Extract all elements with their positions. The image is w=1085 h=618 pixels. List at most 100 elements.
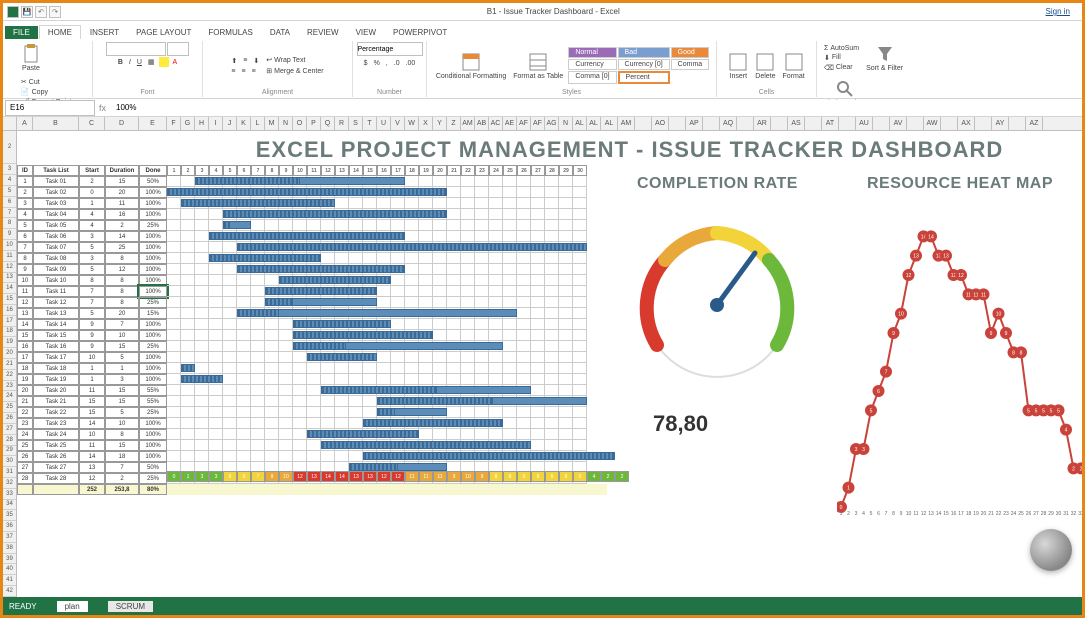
style-currency[interactable]: Currency — [568, 59, 616, 70]
tab-powerpivot[interactable]: POWERPIVOT — [385, 26, 455, 39]
task-row[interactable]: 23Task 231410100% — [17, 418, 607, 429]
currency-icon[interactable]: $ — [362, 59, 370, 68]
align-left-icon[interactable]: ≡ — [229, 67, 237, 76]
align-top-icon[interactable]: ⬆ — [229, 56, 239, 66]
svg-text:1: 1 — [840, 511, 843, 517]
task-row[interactable]: 5Task 054225% — [17, 220, 607, 231]
record-button-icon[interactable] — [1030, 529, 1072, 571]
task-row[interactable]: 7Task 07525100% — [17, 242, 607, 253]
task-row[interactable]: 13Task 1352015% — [17, 308, 607, 319]
italic-button[interactable]: I — [127, 57, 133, 67]
style-good[interactable]: Good — [671, 47, 710, 58]
border-button[interactable]: ▦ — [146, 57, 157, 67]
task-row[interactable]: 19Task 1913100% — [17, 374, 607, 385]
tab-insert[interactable]: INSERT — [82, 26, 127, 39]
tab-page-layout[interactable]: PAGE LAYOUT — [128, 26, 199, 39]
tab-view[interactable]: VIEW — [348, 26, 384, 39]
underline-button[interactable]: U — [135, 57, 144, 67]
task-row[interactable]: 22Task 2215525% — [17, 407, 607, 418]
svg-text:8: 8 — [1020, 350, 1023, 356]
task-row[interactable]: 12Task 127825% — [17, 297, 607, 308]
formula-input[interactable] — [112, 100, 1082, 116]
align-right-icon[interactable]: ≡ — [250, 67, 258, 76]
task-row[interactable]: 18Task 1811100% — [17, 363, 607, 374]
clear-button[interactable]: ⌫ Clear — [822, 63, 861, 73]
style-percent[interactable]: Percent — [618, 71, 670, 84]
task-row[interactable]: 26Task 261418100% — [17, 451, 607, 462]
task-row[interactable]: 21Task 21151555% — [17, 396, 607, 407]
excel-icon[interactable] — [7, 6, 19, 18]
percent-icon[interactable]: % — [372, 59, 382, 68]
save-icon[interactable]: 💾 — [21, 6, 33, 18]
task-row[interactable]: 20Task 20111555% — [17, 385, 607, 396]
number-format-select[interactable] — [357, 42, 423, 56]
task-row[interactable]: 8Task 0838100% — [17, 253, 607, 264]
column-headers[interactable]: ABCDEFGHIJKLMNOPQRSTUVWXYZAMABACAEAFAFAG… — [3, 117, 1082, 131]
font-color-button[interactable]: A — [171, 57, 180, 67]
sheet-tab-scrum[interactable]: SCRUM — [108, 601, 153, 612]
task-row[interactable]: 2Task 02020100% — [17, 187, 607, 198]
wrap-text-button[interactable]: ↩ Wrap Text — [264, 55, 325, 65]
task-row[interactable]: 25Task 251115100% — [17, 440, 607, 451]
inc-decimal-icon[interactable]: .0 — [392, 59, 402, 68]
delete-cells-button[interactable]: Delete — [753, 50, 777, 82]
worksheet[interactable]: 2345678910111213141516171819202122232425… — [3, 131, 1082, 597]
format-cells-button[interactable]: Format — [781, 50, 807, 82]
svg-text:5: 5 — [1042, 408, 1045, 414]
task-row[interactable]: 10Task 1088100% — [17, 275, 607, 286]
row-headers[interactable]: 2345678910111213141516171819202122232425… — [3, 131, 17, 597]
fill-button[interactable]: ⬇ Fill — [822, 53, 861, 63]
comma-icon[interactable]: , — [384, 59, 390, 68]
tab-formulas[interactable]: FORMULAS — [200, 26, 260, 39]
style-comma[interactable]: Comma — [671, 59, 710, 70]
copy-button[interactable]: 📄 Copy — [19, 87, 80, 97]
tab-home[interactable]: HOME — [39, 25, 81, 39]
task-row[interactable]: 15Task 15910100% — [17, 330, 607, 341]
sort-filter-button[interactable]: Sort & Filter — [864, 42, 905, 74]
svg-text:2: 2 — [1080, 466, 1082, 472]
cut-button[interactable]: ✂ Cut — [19, 77, 80, 87]
svg-text:23: 23 — [1003, 511, 1009, 517]
task-row[interactable]: 16Task 1691525% — [17, 341, 607, 352]
align-mid-icon[interactable]: ≡ — [241, 56, 249, 66]
autosum-button[interactable]: Σ AutoSum — [822, 44, 861, 53]
task-row[interactable]: 3Task 03111100% — [17, 198, 607, 209]
undo-icon[interactable]: ↶ — [35, 6, 47, 18]
task-row[interactable]: 1Task 0121550% — [17, 176, 607, 187]
format-as-table-button[interactable]: Format as Table — [511, 50, 565, 82]
tab-review[interactable]: REVIEW — [299, 26, 347, 39]
task-row[interactable]: 17Task 17105100% — [17, 352, 607, 363]
svg-text:16: 16 — [951, 511, 957, 517]
tab-data[interactable]: DATA — [262, 26, 298, 39]
style-normal[interactable]: Normal — [568, 47, 616, 58]
style-comma0[interactable]: Comma [0] — [568, 71, 616, 84]
paste-button[interactable]: Paste — [19, 42, 43, 74]
insert-cells-button[interactable]: Insert — [726, 50, 750, 82]
svg-text:1: 1 — [847, 486, 850, 492]
fill-color-button[interactable] — [159, 57, 169, 67]
task-row[interactable]: 11Task 1178100% — [17, 286, 607, 297]
tab-file[interactable]: FILE — [5, 26, 38, 39]
align-center-icon[interactable]: ≡ — [240, 67, 248, 76]
merge-center-button[interactable]: ⊞ Merge & Center — [264, 66, 325, 76]
conditional-formatting-button[interactable]: Conditional Formatting — [434, 50, 508, 82]
task-row[interactable]: 6Task 06314100% — [17, 231, 607, 242]
task-row[interactable]: 14Task 1497100% — [17, 319, 607, 330]
svg-text:29: 29 — [1048, 511, 1054, 517]
task-row[interactable]: 4Task 04416100% — [17, 209, 607, 220]
task-row[interactable]: 24Task 24108100% — [17, 429, 607, 440]
bold-button[interactable]: B — [116, 57, 125, 67]
signin-link[interactable]: Sign in — [1046, 7, 1070, 16]
sheet-tab-plan[interactable]: plan — [57, 601, 88, 612]
name-box[interactable] — [5, 100, 95, 116]
font-size-input[interactable] — [167, 42, 189, 56]
font-face-input[interactable] — [106, 42, 166, 56]
svg-text:4: 4 — [862, 511, 865, 517]
fx-icon[interactable]: fx — [95, 103, 110, 113]
align-bot-icon[interactable]: ⬇ — [251, 56, 261, 66]
dec-decimal-icon[interactable]: .00 — [404, 59, 418, 68]
style-currency0[interactable]: Currency [0] — [618, 59, 670, 70]
task-row[interactable]: 9Task 09512100% — [17, 264, 607, 275]
style-bad[interactable]: Bad — [618, 47, 670, 58]
redo-icon[interactable]: ↷ — [49, 6, 61, 18]
